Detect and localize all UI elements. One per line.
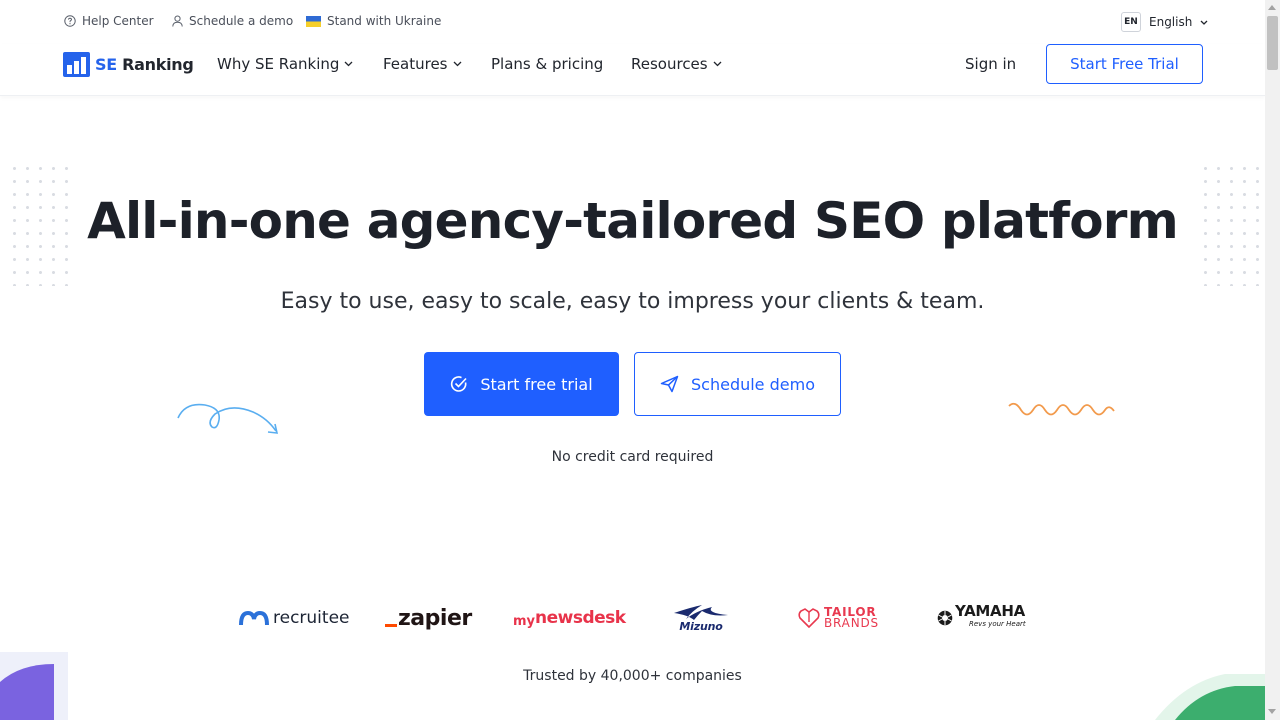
mizuno-logo: Mizuno [672,600,730,636]
ukraine-flag-icon [306,15,321,27]
start-free-trial-button[interactable]: Start Free Trial [1046,44,1203,84]
scroll-thumb[interactable] [1267,16,1278,70]
hero-subtitle: Easy to use, easy to scale, easy to impr… [280,289,985,314]
chevron-down-icon [1200,20,1208,25]
language-selector[interactable]: EN English [1121,12,1208,32]
nav-resources-label: Resources [631,55,708,73]
user-icon [172,15,183,27]
logo-wordmark: SE Ranking [95,55,194,74]
schedule-demo-cta-label: Schedule demo [691,374,815,394]
mynewsdesk-logo: my newsdesk [513,608,626,629]
decorative-squiggle-icon [1008,402,1115,416]
logo-bars-icon [63,52,90,77]
tailor-brands-mark-icon [798,608,820,629]
scroll-up-arrow-icon[interactable] [1268,5,1276,10]
main-navigation: SE Ranking Why SE Ranking Features Plans… [0,44,1265,96]
start-free-trial-cta-label: Start free trial [480,374,593,394]
chevron-down-icon [453,61,461,67]
yamaha-logo: YAMAHA Revs your Heart [937,600,1026,636]
tailor-brands-logo: TAILOR BRANDS [798,600,879,636]
paper-plane-icon [660,375,679,393]
nav-plans-pricing[interactable]: Plans & pricing [491,55,603,73]
schedule-demo-label: Schedule a demo [189,14,294,28]
help-center-link[interactable]: Help Center [64,14,154,28]
page-scrollbar[interactable] [1265,0,1280,720]
ukraine-label: Stand with Ukraine [327,14,442,28]
decorative-blob-right [1155,674,1265,720]
scroll-down-arrow-icon[interactable] [1268,709,1276,714]
help-center-label: Help Center [82,14,154,28]
trusted-by-text: Trusted by 40,000+ companies [523,668,742,684]
help-icon [64,15,76,27]
nav-pricing-label: Plans & pricing [491,55,604,73]
se-ranking-logo[interactable]: SE Ranking [63,52,194,77]
chevron-down-icon [344,61,353,67]
check-circle-icon [451,376,467,392]
zapier-logo: zapier [385,600,472,636]
mizuno-runbird-icon [674,604,728,620]
nav-why-label: Why SE Ranking [217,55,340,73]
sign-in-link[interactable]: Sign in [965,55,1016,73]
chevron-down-icon [713,61,722,67]
recruitee-logo: recruitee [239,600,350,636]
schedule-demo-link[interactable]: Schedule a demo [172,14,293,28]
stand-with-ukraine-link[interactable]: Stand with Ukraine [306,14,441,28]
no-credit-card-note: No credit card required [551,449,714,465]
hero-title: All-in-one agency-tailored SEO platform [87,192,1179,250]
decorative-blob-left [0,652,68,720]
nav-resources[interactable]: Resources [631,55,722,73]
language-label: English [1149,15,1193,29]
start-free-trial-cta[interactable]: Start free trial [424,352,619,416]
utility-bar: Help Center Schedule a demo Stand with U… [0,0,1265,44]
nav-features[interactable]: Features [383,55,462,73]
language-code: EN [1121,12,1141,32]
schedule-demo-cta[interactable]: Schedule demo [634,352,841,416]
decorative-curly-arrow-icon [177,403,279,434]
nav-why-se-ranking[interactable]: Why SE Ranking [217,55,353,73]
nav-features-label: Features [383,55,448,73]
recruitee-mark-icon [239,610,269,626]
yamaha-tuning-forks-icon [937,610,953,626]
